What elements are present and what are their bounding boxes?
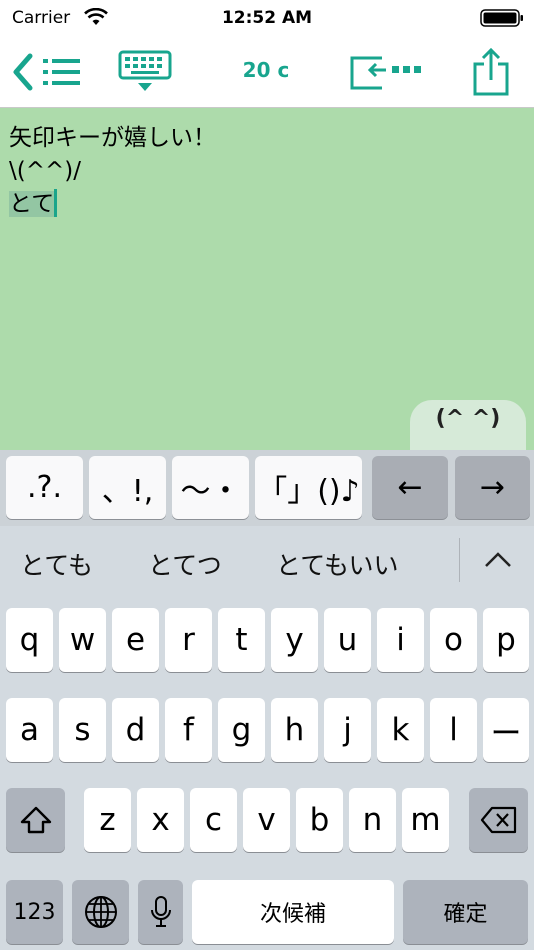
key-h[interactable]: h <box>271 698 318 762</box>
back-to-list-button[interactable] <box>10 50 86 94</box>
candidate-divider <box>459 538 460 582</box>
key-x[interactable]: x <box>137 788 184 852</box>
key-a[interactable]: a <box>6 698 53 762</box>
accessory-bar: .?. 、!, 〜・ 「」()♪ ← → <box>0 450 534 526</box>
status-bar: Carrier 12:52 AM <box>0 0 534 38</box>
dictation-key[interactable] <box>138 880 183 944</box>
key-o[interactable]: o <box>430 608 477 672</box>
key-s[interactable]: s <box>59 698 106 762</box>
key-i[interactable]: i <box>377 608 424 672</box>
kaomoji-tab[interactable]: (^ ^) <box>410 400 526 450</box>
globe-icon <box>84 896 117 928</box>
key-k[interactable]: k <box>377 698 424 762</box>
confirm-key[interactable]: 確定 <box>403 880 528 944</box>
battery-icon <box>480 9 523 27</box>
delete-key[interactable] <box>469 788 528 852</box>
cursor-right-key[interactable]: → <box>455 456 530 519</box>
keyboard: とても とてつ とてもいい q w e r t y u i o p a s d … <box>0 526 534 950</box>
cursor-move-button[interactable] <box>348 50 426 94</box>
key-l[interactable]: l <box>430 698 477 762</box>
key-u[interactable]: u <box>324 608 371 672</box>
text-caret <box>54 189 58 217</box>
cursor-left-key[interactable]: ← <box>372 456 448 519</box>
microphone-icon <box>150 896 171 927</box>
key-v[interactable]: v <box>243 788 290 852</box>
numbers-key[interactable]: 123 <box>6 880 63 944</box>
nav-bar: 20 c <box>0 38 534 108</box>
cursor-move-icon <box>350 56 421 90</box>
key-f[interactable]: f <box>165 698 212 762</box>
key-g[interactable]: g <box>218 698 265 762</box>
key-c[interactable]: c <box>190 788 237 852</box>
key-d[interactable]: d <box>112 698 159 762</box>
candidate-item[interactable]: とても <box>20 546 93 582</box>
next-candidate-key[interactable]: 次候補 <box>192 880 394 944</box>
chevron-up-icon[interactable] <box>476 542 520 578</box>
key-m[interactable]: m <box>402 788 449 852</box>
key-j[interactable]: j <box>324 698 371 762</box>
keyboard-hide-icon <box>118 50 172 91</box>
editor-content[interactable]: 矢印キーが嬉しい！ \(^^)/ とて <box>9 122 216 221</box>
key-e[interactable]: e <box>112 608 159 672</box>
candidate-bar: とても とてつ とてもいい <box>0 526 534 600</box>
shift-key[interactable] <box>6 788 65 852</box>
marked-text: とて <box>9 191 55 217</box>
key-r[interactable]: r <box>165 608 212 672</box>
back-list-icon <box>13 53 80 91</box>
key-y[interactable]: y <box>271 608 318 672</box>
editor-line: \(^^)/ <box>9 158 81 184</box>
candidate-item[interactable]: とてつ <box>148 546 222 582</box>
share-icon <box>473 47 509 96</box>
globe-key[interactable] <box>72 880 129 944</box>
punctuation-key-comma[interactable]: 、!, <box>89 456 166 519</box>
candidate-item[interactable]: とてもいい <box>276 546 399 582</box>
symbol-key-tilde[interactable]: 〜・ <box>172 456 249 519</box>
backspace-icon <box>480 806 516 834</box>
key-t[interactable]: t <box>218 608 265 672</box>
key-w[interactable]: w <box>59 608 106 672</box>
key-n[interactable]: n <box>349 788 396 852</box>
punctuation-key-period[interactable]: .?. <box>6 456 83 519</box>
share-button[interactable] <box>468 46 514 98</box>
key-p[interactable]: p <box>483 608 529 672</box>
text-editor[interactable]: 矢印キーが嬉しい！ \(^^)/ とて <box>0 108 534 450</box>
key-b[interactable]: b <box>296 788 343 852</box>
key-z[interactable]: z <box>84 788 131 852</box>
key-q[interactable]: q <box>6 608 53 672</box>
key-long-vowel[interactable]: ー <box>483 698 529 762</box>
clock: 12:52 AM <box>221 8 313 28</box>
editor-line: 矢印キーが嬉しい！ <box>9 125 216 151</box>
character-count: 20 c <box>242 58 290 82</box>
hide-keyboard-button[interactable] <box>114 48 176 94</box>
shift-icon <box>20 806 51 834</box>
symbol-key-brackets[interactable]: 「」()♪ <box>255 456 362 519</box>
